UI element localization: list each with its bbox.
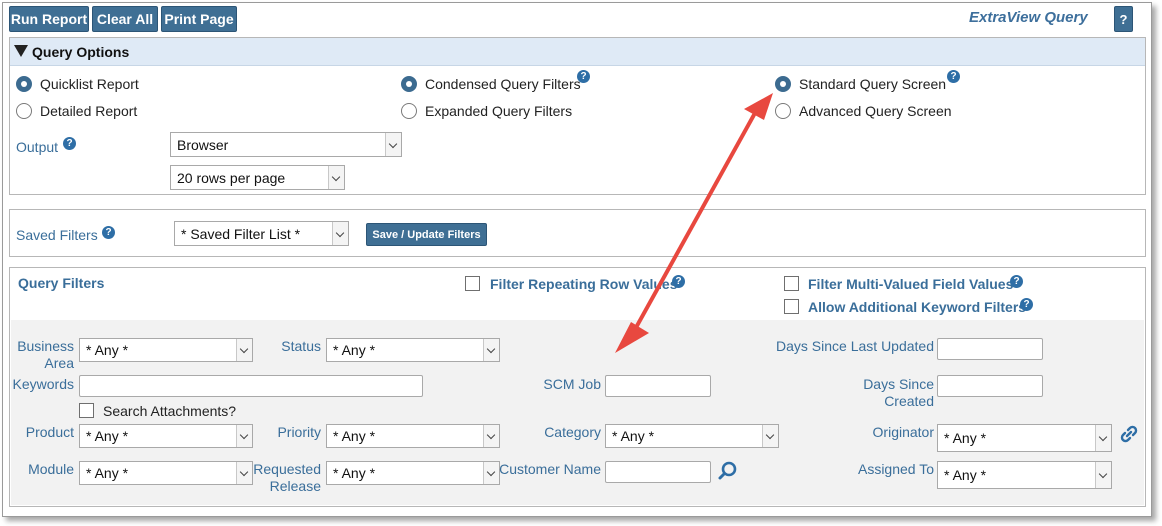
- search-icon[interactable]: [717, 460, 739, 482]
- link-icon[interactable]: [1119, 424, 1139, 444]
- scm-job-label: SCM Job: [543, 376, 601, 392]
- detailed-report-label: Detailed Report: [40, 103, 138, 119]
- business-area-label: Business Area: [17, 338, 74, 371]
- filter-multi-checkbox[interactable]: [784, 276, 799, 291]
- days-since-created-label: Days Since Created: [863, 376, 934, 409]
- product-label: Product: [25, 424, 74, 440]
- search-attachments-label: Search Attachments?: [103, 403, 237, 419]
- chevron-down-icon: [762, 425, 778, 447]
- saved-filter-select[interactable]: * Saved Filter List *: [174, 221, 349, 246]
- product-select[interactable]: * Any *: [79, 424, 253, 448]
- chevron-down-icon: [483, 339, 499, 361]
- saved-filters-help-icon[interactable]: ?: [102, 226, 115, 239]
- quicklist-report-label: Quicklist Report: [40, 76, 139, 92]
- allow-keyword-checkbox[interactable]: [784, 299, 799, 314]
- assigned-to-label: Assigned To: [857, 461, 934, 477]
- query-options-panel: Query Options Quicklist Report Detailed …: [9, 37, 1146, 195]
- output-label: Output: [16, 139, 59, 155]
- days-since-created-input[interactable]: [937, 375, 1043, 397]
- save-update-filters-button[interactable]: Save / Update Filters: [366, 223, 487, 246]
- category-select[interactable]: * Any *: [605, 424, 779, 448]
- query-filters-panel: Query Filters Filter Repeating Row Value…: [9, 267, 1146, 507]
- search-attachments-checkbox[interactable]: [79, 403, 94, 418]
- filter-repeating-label: Filter Repeating Row Values: [490, 276, 678, 292]
- advanced-screen-radio[interactable]: [775, 103, 791, 119]
- customer-name-label: Customer Name: [499, 461, 601, 477]
- chevron-down-icon: [1095, 462, 1111, 488]
- rows-per-page-select[interactable]: 20 rows per page: [170, 165, 345, 190]
- clear-all-button[interactable]: Clear All: [92, 6, 158, 32]
- chevron-down-icon: [483, 425, 499, 447]
- filter-fields-area: Business Area * Any * Status * Any * Day…: [11, 320, 1144, 505]
- keywords-input[interactable]: [79, 375, 423, 397]
- condensed-filters-label: Condensed Query Filters: [425, 76, 581, 92]
- expanded-filters-label: Expanded Query Filters: [425, 103, 573, 119]
- business-area-select[interactable]: * Any *: [79, 338, 253, 362]
- chevron-down-icon: [1095, 425, 1111, 451]
- query-window: Run Report Clear All Print Page ExtraVie…: [2, 2, 1152, 517]
- run-report-button[interactable]: Run Report: [9, 6, 89, 32]
- query-options-title: Query Options: [32, 44, 130, 60]
- query-filters-title: Query Filters: [18, 275, 105, 291]
- expanded-filters-radio[interactable]: [401, 103, 417, 119]
- priority-select[interactable]: * Any *: [326, 424, 500, 448]
- output-help-icon[interactable]: ?: [63, 137, 76, 150]
- chevron-down-icon: [328, 166, 344, 189]
- quicklist-report-radio[interactable]: [16, 76, 32, 92]
- chevron-down-icon: [385, 133, 401, 156]
- allow-keyword-label: Allow Additional Keyword Filters: [808, 299, 1027, 315]
- category-label: Category: [544, 424, 601, 440]
- customer-name-input[interactable]: [605, 461, 711, 483]
- standard-screen-radio[interactable]: [775, 76, 791, 92]
- standard-screen-label: Standard Query Screen: [799, 76, 947, 92]
- collapse-triangle-icon[interactable]: [14, 45, 28, 57]
- filter-repeating-help-icon[interactable]: ?: [672, 275, 685, 288]
- requested-release-select[interactable]: * Any *: [326, 461, 500, 485]
- saved-filters-panel: Saved Filters ? * Saved Filter List * Sa…: [9, 209, 1146, 257]
- filter-multi-help-icon[interactable]: ?: [1010, 275, 1023, 288]
- chevron-down-icon: [332, 222, 348, 245]
- priority-label: Priority: [277, 424, 321, 440]
- scm-job-input[interactable]: [605, 375, 711, 397]
- requested-release-label: Requested Release: [253, 461, 321, 494]
- chevron-down-icon: [236, 339, 252, 361]
- status-label: Status: [281, 338, 321, 354]
- condensed-filters-radio[interactable]: [401, 76, 417, 92]
- app-title: ExtraView Query: [969, 9, 1088, 26]
- detailed-report-radio[interactable]: [16, 103, 32, 119]
- output-select[interactable]: Browser: [170, 132, 402, 157]
- originator-select[interactable]: * Any *: [937, 424, 1112, 452]
- filter-multi-label: Filter Multi-Valued Field Values: [808, 276, 1014, 292]
- query-options-header[interactable]: Query Options: [10, 38, 1145, 66]
- condensed-filters-help-icon[interactable]: ?: [577, 70, 590, 83]
- saved-filters-label: Saved Filters: [16, 227, 98, 243]
- print-page-button[interactable]: Print Page: [161, 6, 237, 32]
- days-since-updated-label: Days Since Last Updated: [776, 338, 934, 354]
- assigned-to-select[interactable]: * Any *: [937, 461, 1112, 489]
- originator-label: Originator: [872, 424, 934, 440]
- standard-screen-help-icon[interactable]: ?: [947, 70, 960, 83]
- status-select[interactable]: * Any *: [326, 338, 500, 362]
- filter-repeating-checkbox[interactable]: [465, 276, 480, 291]
- keywords-label: Keywords: [12, 376, 74, 392]
- allow-keyword-help-icon[interactable]: ?: [1020, 298, 1033, 311]
- help-button[interactable]: ?: [1114, 6, 1133, 32]
- module-label: Module: [28, 461, 74, 477]
- days-since-updated-input[interactable]: [937, 338, 1043, 360]
- module-select[interactable]: * Any *: [79, 461, 253, 485]
- advanced-screen-label: Advanced Query Screen: [799, 103, 952, 119]
